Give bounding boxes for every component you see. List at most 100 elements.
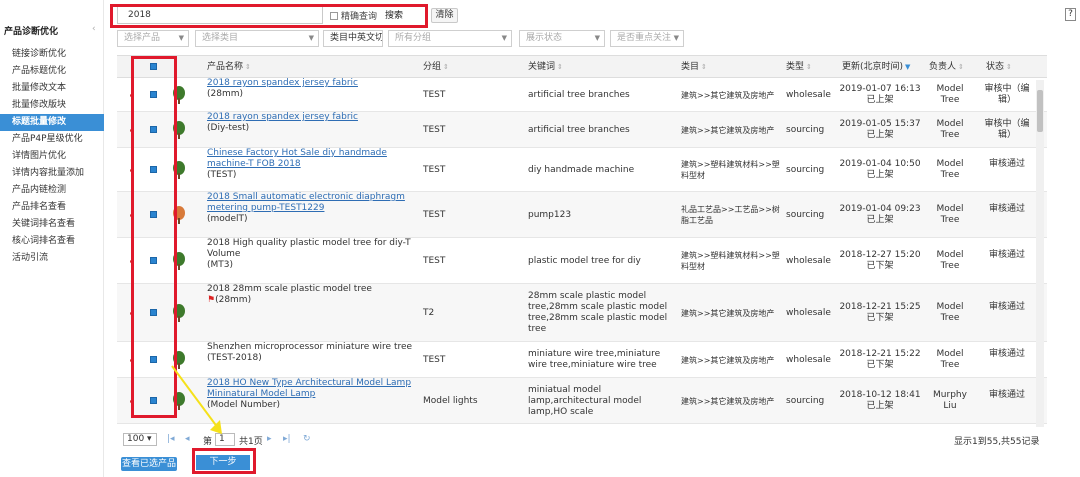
header-group[interactable]: 分组 ⇕ bbox=[423, 56, 449, 78]
updated-cell: 2018-12-27 15:20 已下架 bbox=[839, 250, 921, 272]
owner-cell: Model Tree bbox=[936, 250, 964, 271]
product-name-link[interactable]: 2018 HO New Type Architectural Model Lam… bbox=[207, 378, 417, 400]
sidebar-item-internal-link[interactable]: 产品内链检测 bbox=[0, 182, 104, 199]
product-name-link[interactable]: 2018 Small automatic electronic diaphrag… bbox=[207, 192, 417, 214]
owner-cell: Model Tree bbox=[936, 119, 964, 140]
keyword-cell: pump123 bbox=[528, 192, 673, 238]
category-cell: 建筑>>塑料建筑材料>>塑料型材 bbox=[681, 148, 781, 192]
updated-cell: 2019-01-05 15:37 已上架 bbox=[839, 119, 921, 141]
filter-bar: 选择产品▼ 选择类目 ▼ 类目中英文切换 所有分组▼ 展示状态▼ 是否重点关注▼ bbox=[113, 30, 1073, 47]
product-name: 2018 28mm scale plastic model tree bbox=[207, 284, 372, 294]
sidebar-item-product-rank[interactable]: 产品排名查看 bbox=[0, 199, 104, 216]
category-text: 建筑>>其它建筑及房地产 bbox=[681, 125, 775, 135]
group-select[interactable]: 所有分组 ▼ bbox=[388, 30, 512, 47]
search-highlight-box bbox=[110, 4, 428, 28]
page-prefix: 第 bbox=[203, 437, 213, 447]
pagination: 100 ▾ |◂ ◂ 第 1 共1页 ▸ ▸| ↻ bbox=[117, 432, 1047, 448]
sidebar-item-traffic[interactable]: 活动引流 bbox=[0, 250, 104, 267]
table-row[interactable]: 2018 28mm scale plastic model tree ⚑(28mm… bbox=[117, 284, 1047, 342]
sidebar-item-batch-text[interactable]: 批量修改文本 bbox=[0, 80, 104, 97]
chevron-down-icon: ▼ bbox=[673, 34, 679, 42]
header-category-label: 类目 bbox=[681, 62, 700, 72]
header-category[interactable]: 类目 ⇕ bbox=[681, 56, 707, 78]
table-row[interactable]: Chinese Factory Hot Sale diy handmade ma… bbox=[117, 148, 1047, 192]
header-status[interactable]: 状态 ⇕ bbox=[986, 56, 1012, 78]
chevron-left-icon[interactable]: ‹ bbox=[92, 24, 96, 34]
chevron-down-icon: ▼ bbox=[594, 34, 600, 42]
header-keyword[interactable]: 关键词 ⇕ bbox=[528, 56, 563, 78]
clear-button[interactable]: 清除 bbox=[431, 8, 458, 23]
product-model: (modelT) bbox=[207, 214, 248, 224]
first-page-icon[interactable]: |◂ bbox=[167, 434, 175, 444]
table-row[interactable]: Shenzhen microprocessor miniature wire t… bbox=[117, 342, 1047, 378]
focus-select[interactable]: 是否重点关注 ▼ bbox=[610, 30, 684, 47]
listing-state: 已上架 bbox=[866, 95, 894, 105]
status-cell: 审核通过 bbox=[988, 349, 1025, 359]
prev-page-icon[interactable]: ◂ bbox=[185, 434, 190, 444]
header-keyword-label: 关键词 bbox=[528, 62, 556, 72]
sidebar-item-batch-section[interactable]: 批量修改版块 bbox=[0, 97, 104, 114]
scrollbar-thumb[interactable] bbox=[1037, 90, 1043, 132]
group-cell: TEST bbox=[423, 210, 446, 220]
sidebar-item-core-rank[interactable]: 核心词排名查看 bbox=[0, 233, 104, 250]
refresh-icon[interactable]: ↻ bbox=[303, 434, 311, 444]
header-type[interactable]: 类型 ⇕ bbox=[786, 56, 812, 78]
keyword-text: miniature wire tree,miniature wire tree,… bbox=[528, 349, 661, 370]
sidebar-item-link-diagnosis[interactable]: 链接诊断优化 bbox=[0, 46, 104, 63]
updated-date: 2019-01-05 15:37 bbox=[839, 119, 921, 129]
sidebar-item-detail-image[interactable]: 详情图片优化 bbox=[0, 148, 104, 165]
chevron-down-icon: ▼ bbox=[308, 34, 314, 42]
owner-cell: Model Tree bbox=[936, 84, 964, 105]
listing-state: 已上架 bbox=[866, 401, 894, 411]
table-row[interactable]: 2018 High quality plastic model tree for… bbox=[117, 238, 1047, 284]
header-updated[interactable]: 更新(北京时间) ▼ bbox=[842, 56, 910, 78]
help-icon[interactable]: ? bbox=[1065, 8, 1076, 21]
product-select[interactable]: 选择产品 ▼ bbox=[117, 30, 189, 47]
sidebar-item-keyword-rank[interactable]: 关键词排名查看 bbox=[0, 216, 104, 233]
category-text: 建筑>>其它建筑及房地产 bbox=[681, 90, 775, 100]
group-cell: TEST bbox=[423, 256, 446, 266]
type-cell: wholesale bbox=[786, 256, 831, 266]
product-name-link[interactable]: 2018 rayon spandex jersey fabric bbox=[207, 78, 417, 89]
product-name-cell: 2018 High quality plastic model tree for… bbox=[207, 238, 417, 284]
listing-state: 已下架 bbox=[866, 360, 894, 370]
product-model: (TEST) bbox=[207, 170, 237, 180]
status-cell: 审核中（编辑） bbox=[984, 84, 1030, 105]
listing-state: 已下架 bbox=[866, 261, 894, 271]
table-scrollbar[interactable] bbox=[1036, 80, 1044, 427]
table-row[interactable]: 2018 Small automatic electronic diaphrag… bbox=[117, 192, 1047, 238]
next-page-icon[interactable]: ▸ bbox=[267, 434, 272, 444]
sidebar-item-detail-batch-add[interactable]: 详情内容批量添加 bbox=[0, 165, 104, 182]
table-row[interactable]: 2018 rayon spandex jersey fabric (28mm) TE… bbox=[117, 78, 1047, 112]
sidebar-item-title-optimize[interactable]: 产品标题优化 bbox=[0, 63, 104, 80]
group-cell: TEST bbox=[423, 125, 446, 135]
page-number-input[interactable]: 1 bbox=[215, 433, 235, 446]
sort-icon: ⇕ bbox=[245, 63, 251, 71]
product-model: (28mm) bbox=[215, 295, 252, 305]
updated-date: 2018-12-21 15:25 bbox=[839, 302, 921, 312]
product-name-link[interactable]: 2018 rayon spandex jersey fabric bbox=[207, 112, 417, 123]
sidebar-item-p4p-star[interactable]: 产品P4P星级优化 bbox=[0, 131, 104, 148]
category-language-toggle[interactable]: 类目中英文切换 bbox=[323, 30, 383, 47]
sidebar-list: 链接诊断优化 产品标题优化 批量修改文本 批量修改版块 标题批量修改 产品P4P… bbox=[0, 46, 104, 267]
keyword-cell: miniature wire tree,miniature wire tree,… bbox=[528, 342, 673, 378]
header-owner[interactable]: 负责人 ⇕ bbox=[929, 56, 964, 78]
table-row[interactable]: 2018 rayon spandex jersey fabric (Diy-tes… bbox=[117, 112, 1047, 148]
status-cell: 审核通过 bbox=[988, 204, 1025, 214]
header-name[interactable]: 产品名称 ⇕ bbox=[207, 56, 251, 78]
header-owner-label: 负责人 bbox=[929, 62, 957, 72]
table-row[interactable]: 2018 HO New Type Architectural Model Lam… bbox=[117, 378, 1047, 424]
last-page-icon[interactable]: ▸| bbox=[283, 434, 291, 444]
sidebar-item-batch-title[interactable]: 标题批量修改 bbox=[0, 114, 104, 131]
display-status-select[interactable]: 展示状态 ▼ bbox=[519, 30, 605, 47]
category-text: 建筑>>塑料建筑材料>>塑料型材 bbox=[681, 251, 780, 271]
page-size-select[interactable]: 100 ▾ bbox=[123, 433, 157, 446]
category-select[interactable]: 选择类目 ▼ bbox=[195, 30, 319, 47]
sort-desc-icon: ▼ bbox=[905, 63, 911, 71]
status-cell: 审核通过 bbox=[988, 390, 1025, 400]
owner-cell: Model Tree bbox=[936, 159, 964, 180]
product-name-link[interactable]: Chinese Factory Hot Sale diy handmade ma… bbox=[207, 148, 417, 170]
view-selected-button[interactable]: 查看已选产品 bbox=[121, 457, 177, 471]
category-select-label: 选择类目 bbox=[202, 33, 239, 43]
product-model: (Diy-test) bbox=[207, 123, 250, 133]
